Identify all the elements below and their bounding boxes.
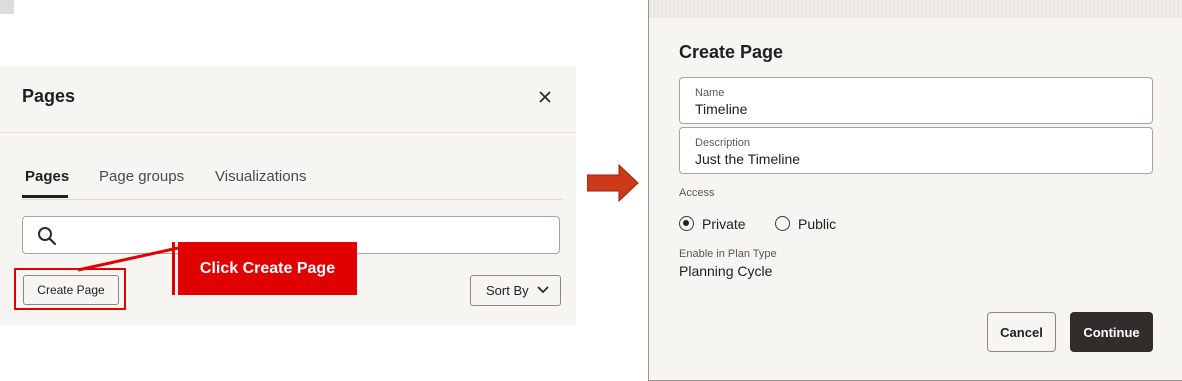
sort-by-button[interactable]: Sort By [470, 275, 561, 306]
continue-button[interactable]: Continue [1070, 312, 1153, 352]
dialog-title: Create Page [679, 42, 784, 62]
name-field-label: Name [695, 87, 725, 99]
sort-by-label: Sort By [486, 283, 529, 298]
name-field-value: Timeline [695, 101, 748, 117]
search-icon [37, 226, 57, 246]
description-field[interactable]: Description Just the Timeline [679, 127, 1153, 174]
tab-page-groups[interactable]: Page groups [99, 168, 184, 185]
create-page-button[interactable]: Create Page [23, 275, 119, 305]
description-field-label: Description [695, 137, 751, 149]
name-field[interactable]: Name Timeline [679, 77, 1153, 124]
pages-tabs: Pages Page groups Visualizations [22, 166, 562, 200]
pages-panel-title: Pages [22, 86, 76, 106]
arrow-right-icon [587, 163, 639, 203]
tab-pages[interactable]: Pages [25, 168, 69, 185]
callout-click-create-page: Click Create Page [178, 242, 357, 295]
active-tab-indicator [22, 195, 68, 198]
pages-panel-header: Pages [0, 66, 576, 133]
radio-private-label[interactable]: Private [702, 216, 746, 232]
description-field-value: Just the Timeline [695, 151, 801, 167]
plan-type-label: Enable in Plan Type [679, 248, 777, 260]
plan-type-value: Planning Cycle [679, 263, 773, 279]
corner-artifact [0, 0, 14, 14]
close-icon[interactable] [536, 88, 554, 106]
chevron-down-icon [537, 286, 549, 294]
radio-public-label[interactable]: Public [798, 216, 836, 232]
access-label: Access [679, 187, 715, 199]
dialog-top-strip [649, 0, 1182, 18]
create-page-dialog: Create Page Name Timeline Description Ju… [648, 0, 1182, 381]
radio-private[interactable] [679, 216, 694, 231]
tab-visualizations[interactable]: Visualizations [215, 168, 306, 185]
radio-public[interactable] [775, 216, 790, 231]
callout-accent-bar [172, 242, 175, 295]
cancel-button[interactable]: Cancel [987, 312, 1056, 352]
